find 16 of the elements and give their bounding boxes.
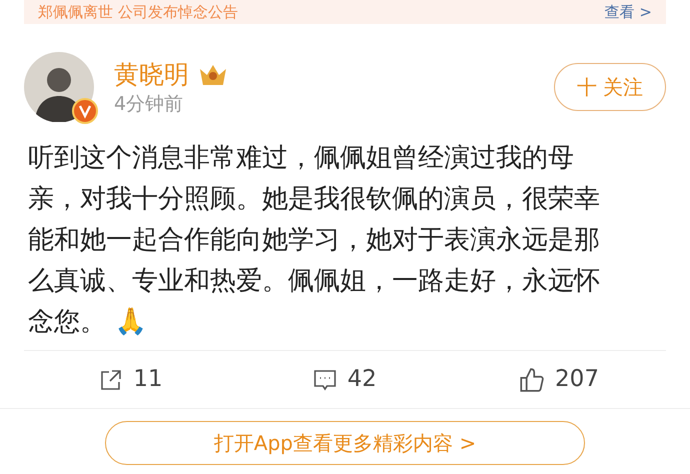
announcement-banner[interactable]: 郑佩佩离世 公司发布悼念公告 查看 >: [24, 0, 666, 24]
thumbs-up-icon: [519, 366, 546, 392]
post-text: 听到这个消息非常难过，佩佩姐曾经演过我的母亲，对我十分照顾。她是我很钦佩的演员，很荣幸能和她一起合作能向她学习，她对于表演永远是那么真诚、专业和热爱。佩佩姐，一路走好，永远怀念您。 🙏: [28, 142, 601, 339]
action-count[interactable]: 11: [133, 362, 163, 397]
action-count[interactable]: 207: [555, 362, 599, 397]
action-count[interactable]: 42: [347, 362, 377, 397]
verified-badge-icon: [72, 98, 98, 124]
post-time: 4分钟前: [114, 94, 184, 114]
author-name[interactable]: 黄晓明: [114, 62, 189, 87]
open-app-button[interactable]: 打开App查看更多精彩内容 >: [105, 421, 585, 465]
view-link[interactable]: 查看 >: [604, 4, 652, 20]
banner-text: 郑佩佩离世 公司发布悼念公告: [38, 4, 238, 20]
share-icon: [99, 368, 124, 392]
avatar[interactable]: [24, 52, 94, 122]
comment-icon: [313, 368, 338, 392]
follow-button[interactable]: 十 关注: [554, 63, 666, 111]
